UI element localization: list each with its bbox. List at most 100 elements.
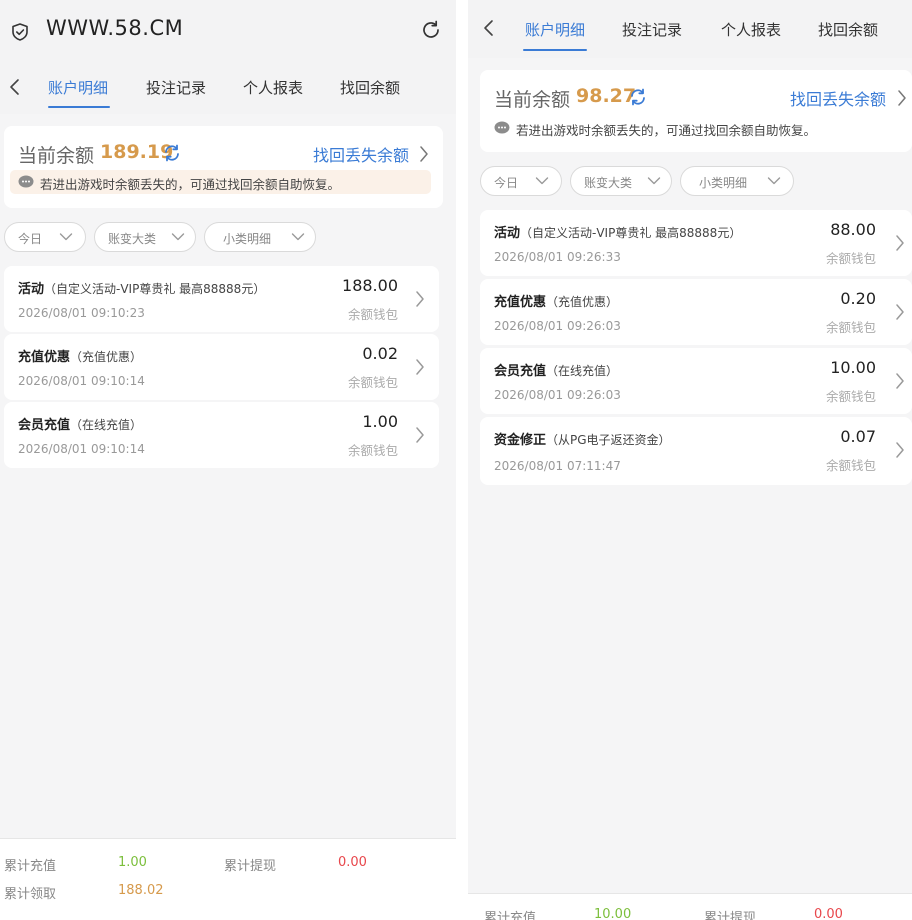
total-withdraw-label: 累计提现 xyxy=(224,859,277,874)
browser-url-bar: WWW.58.CM xyxy=(0,0,456,62)
record-card[interactable]: 充值优惠（充值优惠） 2026/08/01 09:10:14 0.02 余额钱包 xyxy=(4,334,439,400)
chevron-right-icon[interactable] xyxy=(894,441,906,459)
chevron-right-icon[interactable] xyxy=(414,358,426,376)
chevron-right-icon[interactable] xyxy=(414,426,426,444)
record-time: 2026/08/01 09:10:14 xyxy=(18,442,145,456)
tab-bet-records[interactable]: 投注记录 xyxy=(146,77,206,98)
notice-text: 若进出游戏时余额丢失的，可通过找回余额自助恢复。 xyxy=(40,177,341,192)
chevron-down-icon xyxy=(59,233,73,241)
record-amount: 10.00 xyxy=(830,358,876,377)
filter-change-category-label: 账变大类 xyxy=(108,232,157,246)
filter-today[interactable]: 今日 xyxy=(4,222,86,252)
record-title: 活动（自定义活动-VIP尊贵礼 最高88888元） xyxy=(18,282,266,297)
tab-account-details[interactable]: 账户明细 xyxy=(525,19,585,40)
record-subtitle: （充值优惠） xyxy=(70,350,143,364)
total-withdraw-value: 0.00 xyxy=(338,855,367,870)
record-card[interactable]: 活动（自定义活动-VIP尊贵礼 最高88888元） 2026/08/01 09:… xyxy=(4,266,439,332)
record-wallet: 余额钱包 xyxy=(347,307,398,322)
record-amount: 88.00 xyxy=(830,220,876,239)
record-wallet: 余额钱包 xyxy=(347,443,398,458)
record-wallet: 余额钱包 xyxy=(825,320,876,335)
tab-account-details[interactable]: 账户明细 xyxy=(48,77,108,98)
chat-bubble-icon xyxy=(18,175,34,188)
active-tab-underline xyxy=(48,106,110,108)
back-arrow-icon[interactable] xyxy=(8,77,22,97)
balance-card: 当前余额 98.27 找回丢失余额 若进出游戏时余额丢失的，可通过找回余额自助恢… xyxy=(480,70,912,152)
record-time: 2026/08/01 09:26:03 xyxy=(494,319,621,333)
record-card[interactable]: 资金修正（从PG电子返还资金） 2026/08/01 07:11:47 0.07… xyxy=(480,417,912,485)
filter-change-category[interactable]: 账变大类 xyxy=(94,222,196,252)
tab-personal-report[interactable]: 个人报表 xyxy=(721,19,781,40)
left-screenshot-panel: WWW.58.CM 账户明细 投注记录 个人报表 找回余额 当前余额 189.1… xyxy=(0,0,456,920)
right-screenshot-panel: 账户明细 投注记录 个人报表 找回余额 当前余额 98.27 找回丢失余额 若进… xyxy=(468,0,912,920)
record-subtitle: （自定义活动-VIP尊贵礼 最高88888元） xyxy=(44,282,266,296)
shield-check-icon xyxy=(12,23,28,41)
chat-bubble-icon xyxy=(494,121,510,134)
filter-change-category[interactable]: 账变大类 xyxy=(570,166,672,196)
tab-personal-report[interactable]: 个人报表 xyxy=(243,77,303,98)
record-title: 会员充值（在线充值） xyxy=(18,418,143,433)
total-recharge-value: 1.00 xyxy=(118,855,147,870)
filter-today[interactable]: 今日 xyxy=(480,166,562,196)
tab-navigation: 账户明细 投注记录 个人报表 找回余额 xyxy=(468,0,912,58)
record-wallet: 余额钱包 xyxy=(825,389,876,404)
filter-subcategory-label: 小类明细 xyxy=(699,176,748,190)
total-recharge-label: 累计充值 xyxy=(484,911,537,920)
record-time: 2026/08/01 09:26:03 xyxy=(494,388,621,402)
record-title: 会员充值（在线充值） xyxy=(494,364,619,379)
record-subtitle: （自定义活动-VIP尊贵礼 最高88888元） xyxy=(520,226,742,240)
tab-bet-records[interactable]: 投注记录 xyxy=(622,19,682,40)
record-card[interactable]: 活动（自定义活动-VIP尊贵礼 最高88888元） 2026/08/01 09:… xyxy=(480,210,912,276)
total-claim-value: 188.02 xyxy=(118,883,164,898)
chevron-right-icon[interactable] xyxy=(894,372,906,390)
record-card[interactable]: 会员充值（在线充值） 2026/08/01 09:10:14 1.00 余额钱包 xyxy=(4,402,439,468)
record-amount: 0.07 xyxy=(840,427,876,446)
recover-lost-balance-link[interactable]: 找回丢失余额 xyxy=(313,142,409,166)
filter-subcategory[interactable]: 小类明细 xyxy=(204,222,316,252)
tab-recover-balance[interactable]: 找回余额 xyxy=(818,19,878,40)
back-arrow-icon[interactable] xyxy=(482,18,496,38)
url-text[interactable]: WWW.58.CM xyxy=(46,16,183,40)
record-amount: 188.00 xyxy=(342,276,398,295)
filter-today-label: 今日 xyxy=(494,176,519,190)
chevron-down-icon xyxy=(171,233,185,241)
record-wallet: 余额钱包 xyxy=(347,375,398,390)
record-card[interactable]: 充值优惠（充值优惠） 2026/08/01 09:26:03 0.20 余额钱包 xyxy=(480,279,912,345)
record-time: 2026/08/01 09:26:33 xyxy=(494,250,621,264)
recover-notice: 若进出游戏时余额丢失的，可通过找回余额自助恢复。 xyxy=(10,170,431,194)
chevron-right-icon[interactable] xyxy=(418,145,430,163)
record-subtitle: （在线充值） xyxy=(546,364,619,378)
filter-subcategory-label: 小类明细 xyxy=(223,232,272,246)
record-title: 活动（自定义活动-VIP尊贵礼 最高88888元） xyxy=(494,226,742,241)
record-title: 充值优惠（充值优惠） xyxy=(494,295,619,310)
record-card[interactable]: 会员充值（在线充值） 2026/08/01 09:26:03 10.00 余额钱… xyxy=(480,348,912,414)
chevron-right-icon[interactable] xyxy=(894,234,906,252)
total-recharge-value: 10.00 xyxy=(594,907,632,920)
chevron-down-icon xyxy=(647,177,661,185)
tab-recover-balance[interactable]: 找回余额 xyxy=(340,77,400,98)
refresh-icon[interactable] xyxy=(628,87,648,107)
record-subtitle: （在线充值） xyxy=(70,418,143,432)
chevron-right-icon[interactable] xyxy=(414,290,426,308)
balance-label: 当前余额 xyxy=(18,145,95,167)
record-title: 资金修正（从PG电子返还资金） xyxy=(494,433,671,448)
record-wallet: 余额钱包 xyxy=(825,458,876,473)
reload-icon[interactable] xyxy=(420,19,442,41)
balance-card: 当前余额 189.19 找回丢失余额 若进出游戏时余额丢失的，可通过找回余额自助… xyxy=(4,126,443,208)
recover-lost-balance-link[interactable]: 找回丢失余额 xyxy=(790,86,886,110)
active-tab-underline xyxy=(523,49,587,51)
filter-change-category-label: 账变大类 xyxy=(584,176,633,190)
record-time: 2026/08/01 09:10:14 xyxy=(18,374,145,388)
summary-footer: 累计充值 1.00 累计提现 0.00 累计领取 188.02 xyxy=(0,838,456,920)
refresh-icon[interactable] xyxy=(162,143,182,163)
tab-navigation: 账户明细 投注记录 个人报表 找回余额 xyxy=(0,62,456,114)
notice-text: 若进出游戏时余额丢失的，可通过找回余额自助恢复。 xyxy=(516,123,817,138)
chevron-right-icon[interactable] xyxy=(894,303,906,321)
filter-subcategory[interactable]: 小类明细 xyxy=(680,166,794,196)
chevron-right-icon[interactable] xyxy=(896,89,908,107)
total-claim-label: 累计领取 xyxy=(4,887,57,902)
record-time: 2026/08/01 07:11:47 xyxy=(494,459,621,473)
record-amount: 1.00 xyxy=(362,412,398,431)
record-title: 充值优惠（充值优惠） xyxy=(18,350,143,365)
record-time: 2026/08/01 09:10:23 xyxy=(18,306,145,320)
